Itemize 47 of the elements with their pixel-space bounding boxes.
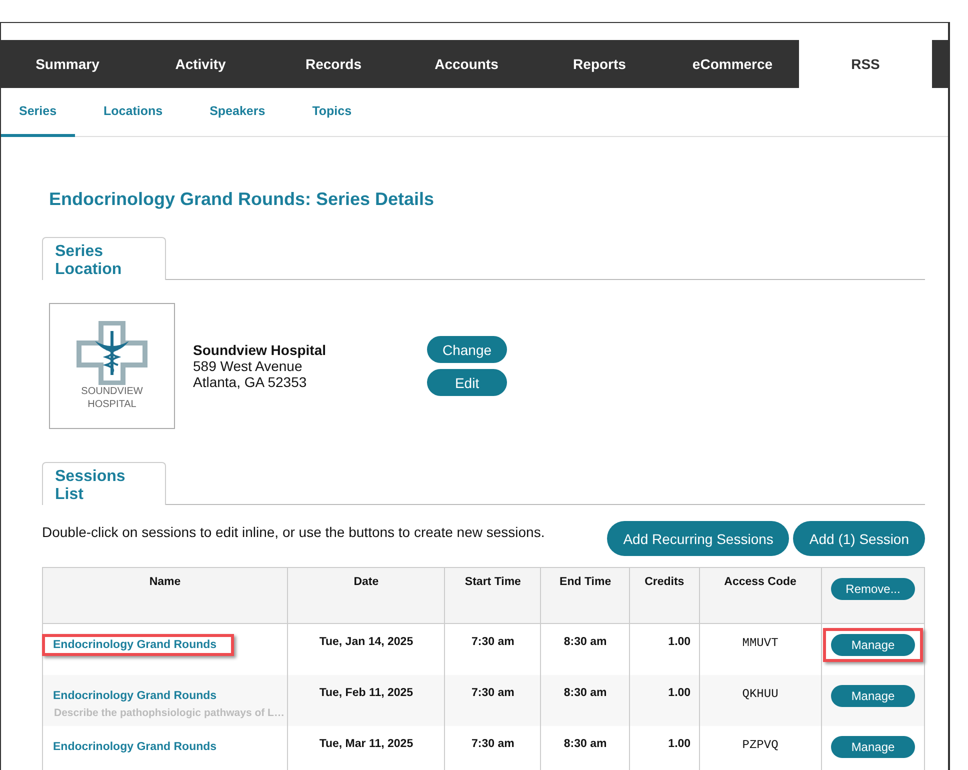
address-line: 589 West Avenue [193, 358, 304, 374]
column-header: Date [288, 568, 445, 624]
sub-tab[interactable]: Locations [86, 88, 181, 137]
medical-cross-icon [75, 321, 149, 385]
add-session-button[interactable]: Add (1) Session [793, 521, 925, 556]
location-button[interactable]: Change [427, 336, 508, 363]
table-cell: QKHUU [699, 675, 822, 726]
manage-button[interactable]: Manage [831, 736, 915, 758]
instruction-text: Double-click on sessions to edit inline, or use the buttons to create new sessions. [42, 524, 546, 540]
manage-button[interactable]: Manage [831, 685, 915, 707]
table-cell: PZPVQ [699, 726, 822, 770]
column-header: End Time [540, 568, 630, 624]
table-cell: Tue, Feb 11, 2025 [288, 675, 445, 726]
location-name: Soundview Hospital [193, 342, 326, 358]
table-cell: 8:30 am [540, 675, 630, 726]
session-link[interactable]: Endocrinology Grand Rounds [42, 736, 234, 758]
main-tab[interactable]: Reports [533, 40, 666, 88]
session-link[interactable]: Endocrinology Grand Rounds [42, 685, 234, 707]
column-header: Name [42, 568, 288, 624]
session-description: Describe the pathophsiologic pathways of L… [54, 707, 284, 719]
sub-tab[interactable]: Speakers [192, 88, 284, 137]
sub-tab[interactable]: Topics [294, 88, 370, 137]
address-line: Atlanta, GA 52353 [193, 374, 308, 390]
table-cell: 1.00 [630, 675, 700, 726]
main-tab[interactable]: Summary [1, 40, 134, 88]
logo-text: SOUNDVIEW [81, 385, 143, 398]
location-button[interactable]: Edit [427, 369, 508, 396]
page-title: Endocrinology Grand Rounds: Series Details [49, 189, 436, 210]
column-header: Access Code [699, 568, 822, 624]
table-cell: 7:30 am [444, 726, 541, 770]
main-tab[interactable]: eCommerce [666, 40, 799, 88]
main-tab[interactable]: RSS [799, 40, 932, 88]
add-session-button[interactable]: Add Recurring Sessions [607, 521, 790, 556]
main-tab[interactable]: Accounts [400, 40, 533, 88]
manage-button[interactable]: Manage [831, 634, 915, 656]
sub-tab[interactable]: Series [1, 88, 75, 137]
session-link[interactable]: Endocrinology Grand Rounds [42, 634, 234, 656]
remove-button[interactable]: Remove... [831, 578, 915, 600]
main-tab[interactable]: Records [267, 40, 400, 88]
table-cell: 1.00 [630, 726, 700, 770]
logo-text: HOSPITAL [88, 398, 136, 411]
main-tab[interactable]: Activity [134, 40, 267, 88]
table-cell: 8:30 am [540, 726, 630, 770]
column-header: Credits [630, 568, 700, 624]
column-header: Start Time [444, 568, 541, 624]
table-cell: Tue, Mar 11, 2025 [288, 726, 445, 770]
table-cell: 7:30 am [444, 675, 541, 726]
